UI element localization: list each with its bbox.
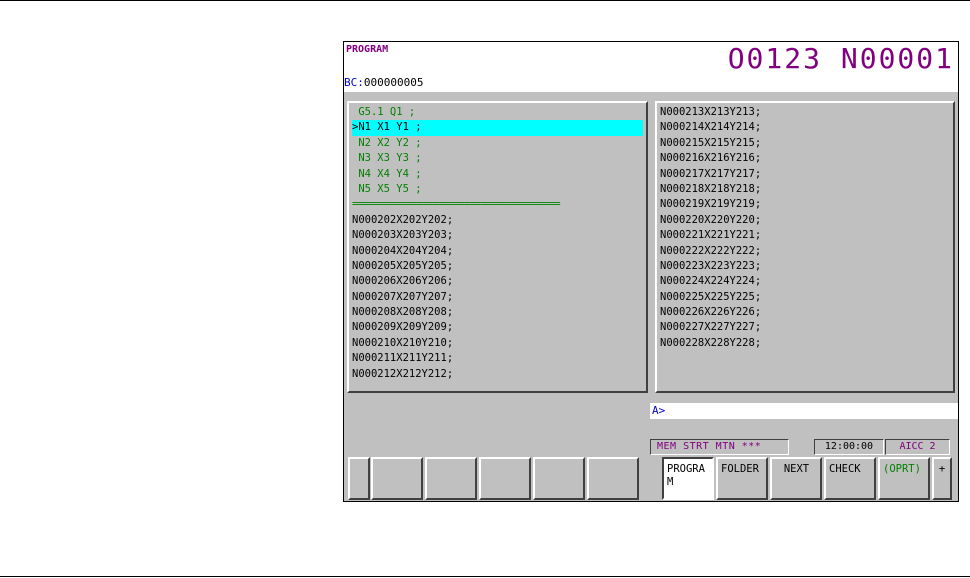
soft-key-blank-2[interactable] [371, 457, 423, 500]
program-line: N000221X221Y221; [660, 229, 762, 242]
program-line: N000219X219Y219; [660, 198, 762, 211]
program-line: G5.1 Q1 ; [352, 106, 416, 118]
soft-key-oprt[interactable]: (OPRT) [878, 457, 930, 500]
program-line: N000211X211Y211; [352, 352, 454, 365]
program-line: N000210X210Y210; [352, 336, 454, 349]
soft-key-blank-5[interactable] [533, 457, 585, 500]
program-line: N000218X218Y218; [660, 182, 762, 195]
program-line: N000212X212Y212; [352, 367, 454, 380]
soft-key-check[interactable]: CHECK [824, 457, 876, 500]
page-bottom-rule [0, 576, 970, 577]
program-line: N000204X204Y204; [352, 244, 454, 257]
status-mode: MEM STRT MTN *** [650, 439, 789, 455]
input-prompt: A> [652, 404, 666, 417]
program-number: O0123 N00001 [727, 42, 954, 75]
program-line: N000226X226Y226; [660, 306, 762, 319]
program-line: N3 X3 Y3 ; [352, 152, 422, 165]
status-aicc: AICC 2 [885, 439, 950, 455]
program-text-left[interactable]: G5.1 Q1 ; >N1 X1 Y1 ; N2 X2 Y2 ; N3 X3 Y3… [347, 101, 648, 393]
program-line: N000227X227Y227; [660, 321, 762, 334]
program-line: N000208X208Y208; [352, 306, 454, 319]
program-line: N000205X205Y205; [352, 259, 454, 272]
screen-header: PROGRAM O0123 N00001 [344, 42, 958, 75]
program-line: N000214X214Y214; [660, 121, 762, 134]
soft-key-folder[interactable]: FOLDER [716, 457, 768, 500]
key-input-line[interactable]: A> [650, 403, 958, 419]
soft-key-next[interactable]: NEXT [770, 457, 822, 500]
block-count-value: 000000005 [363, 76, 424, 89]
program-line: N000217X217Y217; [660, 167, 762, 180]
cursor-line: >N1 X1 Y1 ; [352, 120, 643, 136]
cnc-screen: PROGRAM O0123 N00001 BC:000000005 G5.1 Q… [343, 41, 959, 502]
status-time: 12:00:00 [814, 439, 884, 455]
soft-key-more[interactable]: + [932, 457, 952, 500]
page-top-rule [0, 0, 970, 1]
right-lines: N000213X213Y213; N000214X214Y214; N000215X… [660, 105, 950, 351]
program-line: N000202X202Y202; [352, 213, 454, 226]
left-lines: G5.1 Q1 ; >N1 X1 Y1 ; N2 X2 Y2 ; N3 X3 Y3… [352, 105, 643, 382]
screen-title: PROGRAM [346, 44, 389, 55]
program-line: N000206X206Y206; [352, 275, 454, 288]
program-line: N000224X224Y224; [660, 275, 762, 288]
program-line: N000222X222Y222; [660, 244, 762, 257]
program-text-right[interactable]: N000213X213Y213; N000214X214Y214; N000215X… [655, 101, 955, 393]
program-line: N000207X207Y207; [352, 290, 454, 303]
program-line: N000223X223Y223; [660, 259, 762, 272]
soft-key-blank-3[interactable] [425, 457, 477, 500]
program-line: N000216X216Y216; [660, 152, 762, 165]
program-line: N000215X215Y215; [660, 136, 762, 149]
block-count-label: BC: [344, 76, 364, 89]
program-line: N000228X228Y228; [660, 336, 762, 349]
program-line: N000225X225Y225; [660, 290, 762, 303]
program-line: N000213X213Y213; [660, 106, 762, 118]
program-line: ======================================= [352, 198, 561, 211]
program-line: N5 X5 Y5 ; [352, 182, 422, 195]
program-line: N2 X2 Y2 ; [352, 136, 422, 149]
block-count: BC:000000005 [344, 74, 958, 92]
soft-key-program[interactable]: PROGRA M [662, 457, 714, 500]
program-line: N000220X220Y220; [660, 213, 762, 226]
soft-key-blank-1[interactable] [348, 457, 370, 500]
soft-key-bar: PROGRA M FOLDER NEXT CHECK (OPRT) + [344, 457, 958, 500]
program-line: N4 X4 Y4 ; [352, 167, 422, 180]
soft-key-blank-4[interactable] [479, 457, 531, 500]
program-line: N000209X209Y209; [352, 321, 454, 334]
soft-key-blank-6[interactable] [587, 457, 639, 500]
program-line: N000203X203Y203; [352, 229, 454, 242]
